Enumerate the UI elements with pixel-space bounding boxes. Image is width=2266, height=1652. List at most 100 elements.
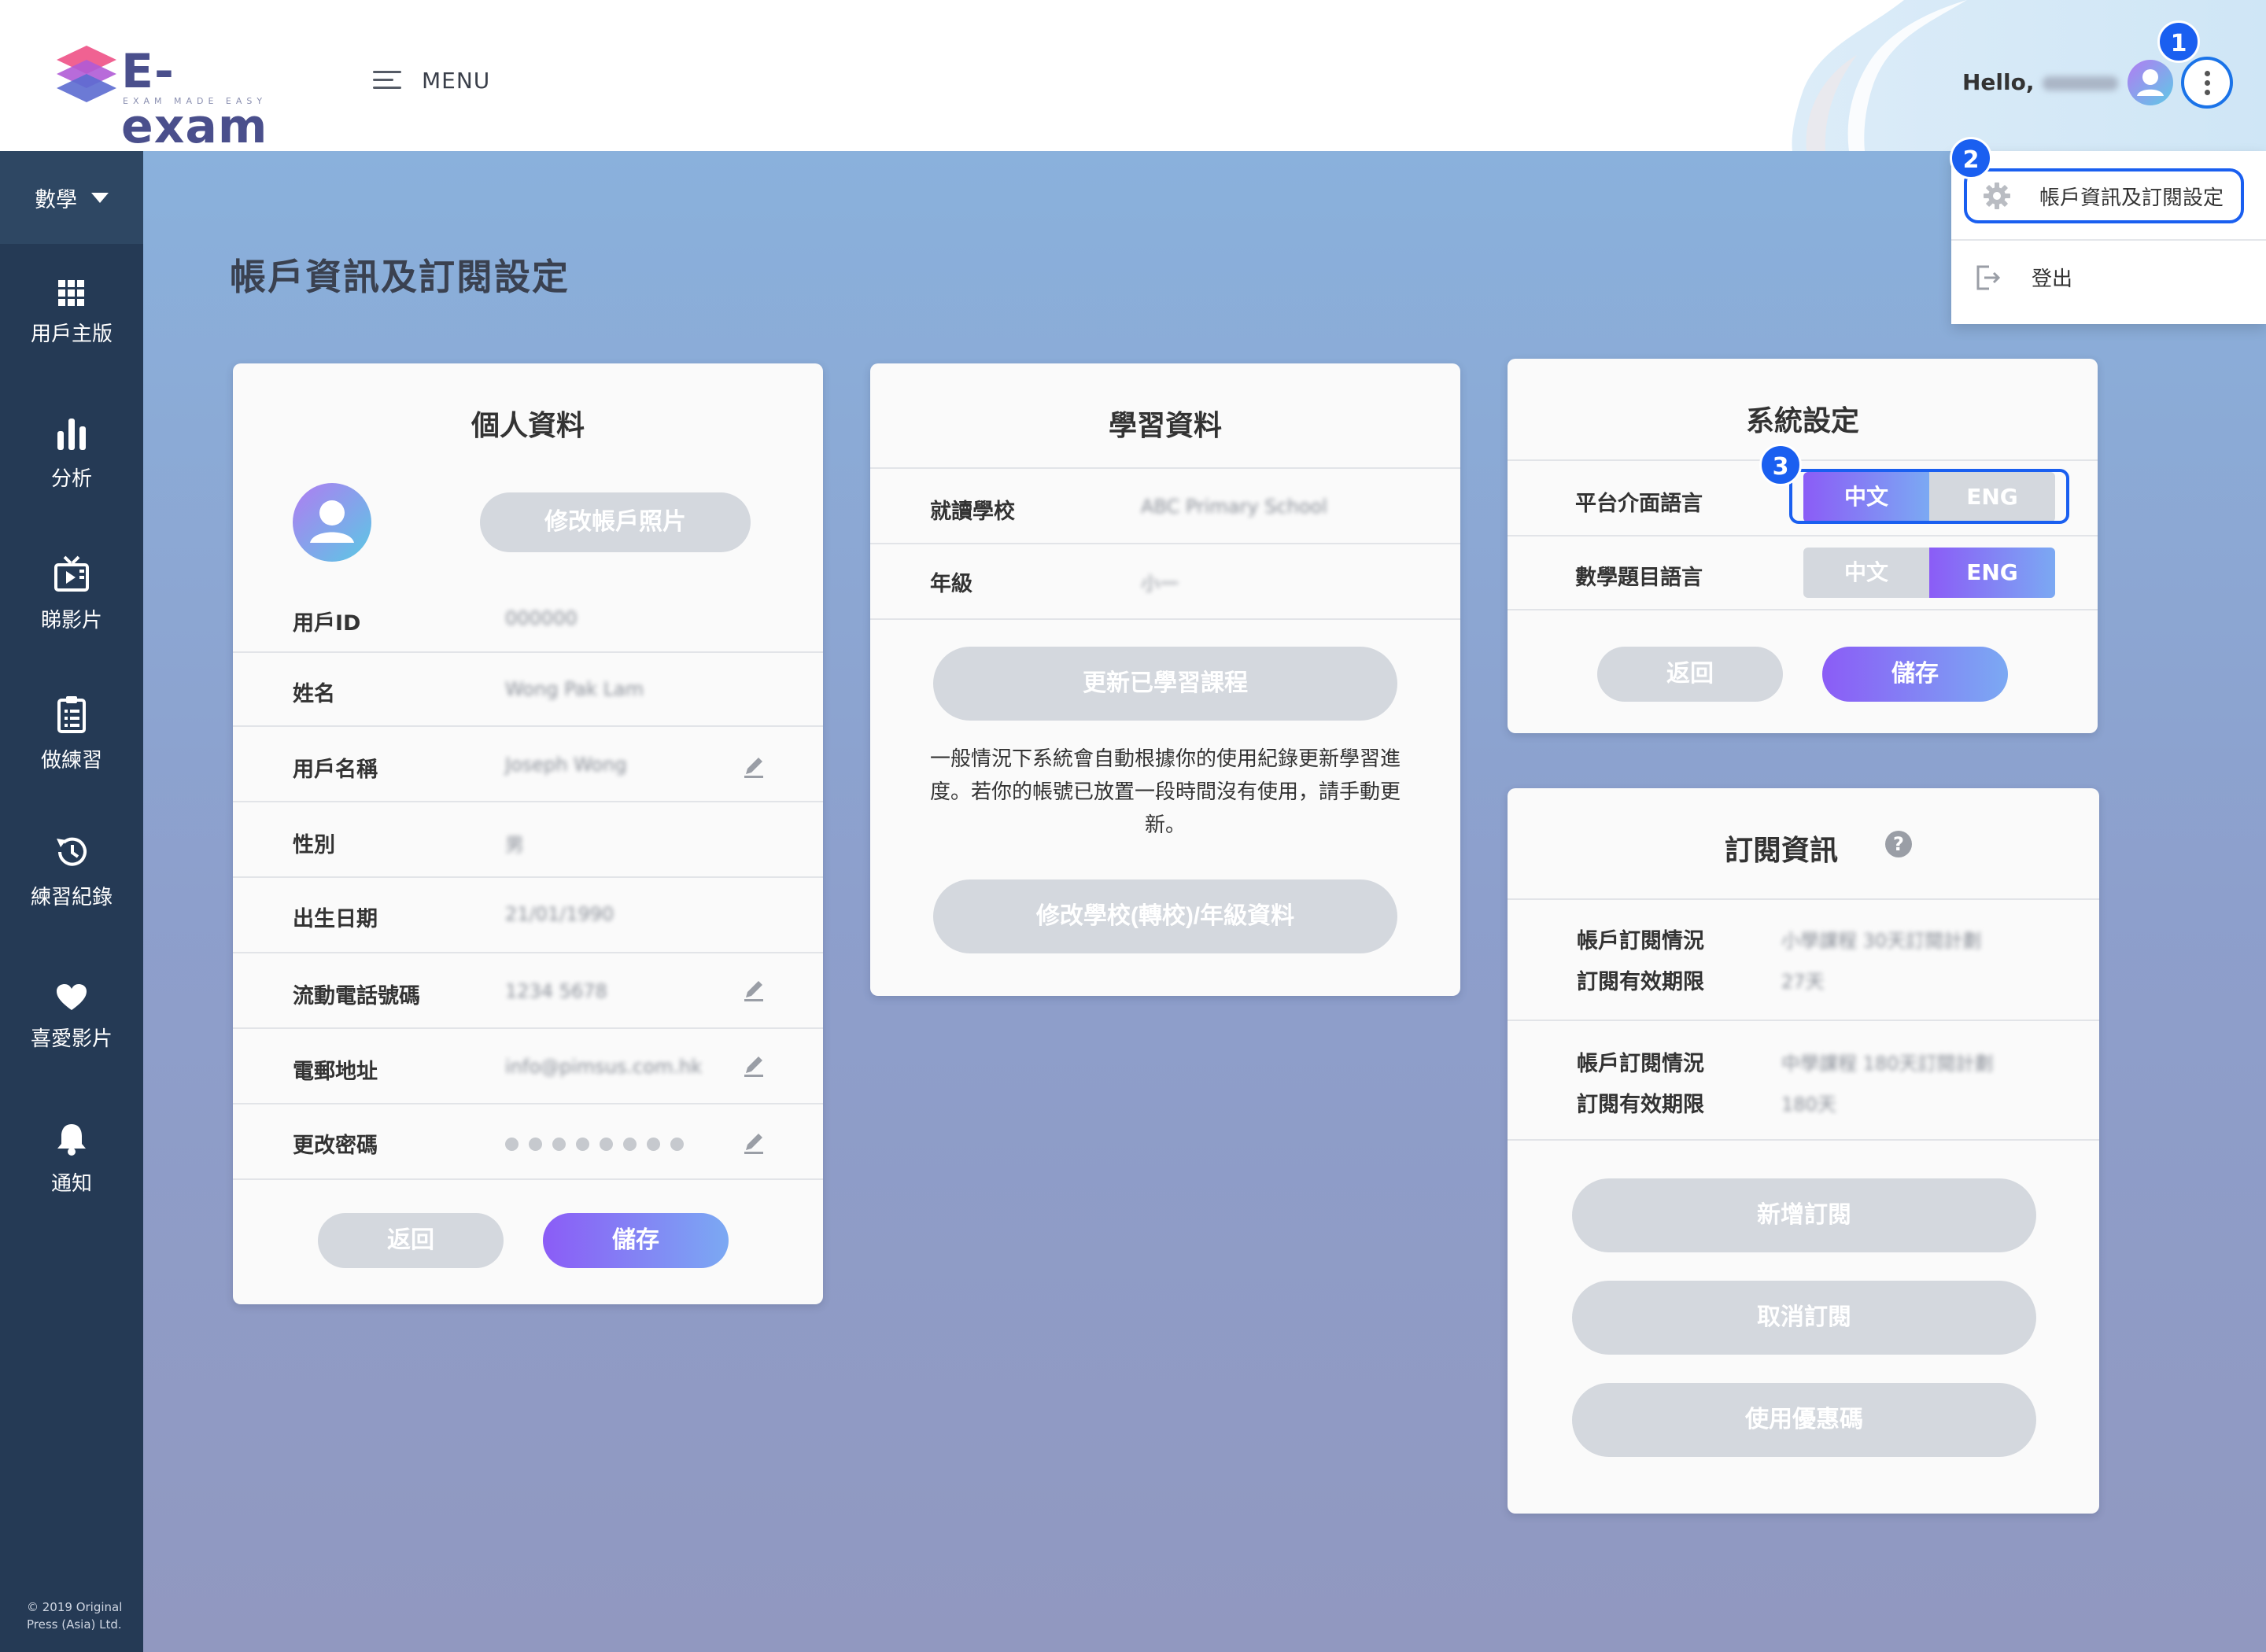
- system-settings-card: 系統設定: [1508, 359, 2098, 733]
- subscription-expiry-value: 180天: [1781, 1093, 1836, 1115]
- birth-date-value: 21/01/1990: [505, 903, 614, 925]
- sidebar-item-label: 通知: [50, 1172, 92, 1196]
- grid-icon: [58, 280, 84, 306]
- sidebar-item-label: 做練習: [40, 749, 102, 773]
- subscription-expiry-label: 訂閱有效期限: [1577, 970, 1704, 994]
- subscription-status-value: 小學課程 30天訂閱計劃: [1781, 930, 1982, 952]
- sidebar-item-videos[interactable]: 睇影片: [0, 555, 143, 658]
- system-back-button[interactable]: 返回: [1597, 647, 1783, 702]
- username-value: Joseph Wong: [505, 754, 627, 776]
- row-divider: [233, 876, 823, 878]
- grade-value: 小一: [1141, 573, 1179, 595]
- history-icon: [57, 837, 87, 866]
- menu-label: MENU: [422, 67, 491, 94]
- edit-pencil-icon[interactable]: [743, 1054, 765, 1078]
- row-divider: [870, 543, 1460, 544]
- study-card-title: 學習資料: [1108, 410, 1222, 442]
- heart-icon: [57, 984, 87, 1010]
- copyright-text: © 2019 Original Press (Asia) Ltd.: [27, 1600, 123, 1632]
- email-label: 電郵地址: [293, 1060, 378, 1084]
- sidebar-item-label: 練習紀錄: [30, 886, 113, 909]
- subscription-status-value: 中學課程 180天訂閱計劃: [1781, 1053, 1994, 1075]
- row-divider: [1508, 459, 2098, 461]
- dropdown-divider: [1951, 239, 2266, 241]
- user-greeting: Hello,: [1962, 69, 2118, 95]
- subscription-status-label: 帳戶訂閱情況: [1577, 1052, 1704, 1076]
- row-divider: [233, 801, 823, 802]
- user-silhouette-icon: [310, 500, 354, 543]
- math-language-option-zh[interactable]: 中文: [1803, 548, 1929, 598]
- school-label: 就讀學校: [930, 500, 1015, 524]
- personal-save-button[interactable]: 儲存: [543, 1213, 729, 1268]
- subscription-expiry-value: 27天: [1781, 971, 1825, 993]
- personal-back-button[interactable]: 返回: [318, 1213, 504, 1268]
- row-divider: [233, 651, 823, 653]
- sidebar-item-practice[interactable]: 做練習: [0, 695, 143, 798]
- email-value: info@pimsus.com.hk: [505, 1056, 703, 1078]
- math-language-option-en[interactable]: ENG: [1929, 548, 2055, 598]
- system-save-button[interactable]: 儲存: [1822, 647, 2008, 702]
- logo-tagline: EXAM MADE EASY: [123, 96, 268, 106]
- account-settings-menu-item[interactable]: 帳戶資訊及訂閱設定: [1964, 168, 2244, 223]
- sidebar-item-dashboard[interactable]: 用戶主版: [0, 280, 143, 382]
- edit-pencil-icon[interactable]: [743, 1131, 765, 1155]
- row-divider: [233, 1027, 823, 1029]
- user-silhouette-icon: [2137, 69, 2164, 96]
- gear-icon: [1984, 183, 2010, 209]
- help-icon[interactable]: ?: [1885, 831, 1912, 857]
- subject-selector[interactable]: 數學: [0, 151, 143, 244]
- change-password-label: 更改密碼: [293, 1134, 378, 1158]
- update-note-text: 一般情況下系統會自動根據你的使用紀錄更新學習進度。若你的帳號已放置一段時間沒有使…: [929, 747, 1401, 837]
- row-divider: [870, 618, 1460, 620]
- cancel-subscription-button[interactable]: 取消訂閱: [1572, 1281, 2036, 1355]
- full-name-label: 姓名: [293, 682, 335, 706]
- logout-menu-item[interactable]: 登出: [1975, 263, 2072, 292]
- birth-date-label: 出生日期: [293, 907, 378, 931]
- full-name-value: Wong Pak Lam: [505, 678, 644, 700]
- sidebar-item-notifications[interactable]: 通知: [0, 1122, 143, 1224]
- use-coupon-button[interactable]: 使用優惠碼: [1572, 1383, 2036, 1457]
- row-divider: [1508, 535, 2098, 537]
- subscription-status-label: 帳戶訂閱情況: [1577, 929, 1704, 953]
- sidebar-item-favorites[interactable]: 喜愛影片: [0, 983, 143, 1086]
- subject-label: 數學: [35, 187, 77, 212]
- math-language-toggle: 中文 ENG: [1803, 548, 2055, 598]
- sidebar-item-label: 用戶主版: [30, 323, 113, 346]
- logo-layers-icon: [57, 46, 116, 102]
- gender-label: 性別: [293, 833, 335, 857]
- app-logo[interactable]: E-exam EXAM MADE EASY: [54, 39, 305, 151]
- update-courses-button[interactable]: 更新已學習課程: [933, 647, 1397, 721]
- ui-language-highlight: [1789, 469, 2069, 524]
- mobile-value: 1234 5678: [505, 980, 607, 1002]
- menu-button[interactable]: MENU: [373, 63, 490, 98]
- change-photo-button[interactable]: 修改帳戶照片: [480, 492, 751, 552]
- user-id-label: 用戶ID: [293, 611, 361, 636]
- account-settings-label: 帳戶資訊及訂閱設定: [2039, 186, 2224, 210]
- sidebar-item-history[interactable]: 練習紀錄: [0, 834, 143, 936]
- sidebar-item-analysis[interactable]: 分析: [0, 417, 143, 519]
- step-badge-1: 1: [2157, 20, 2200, 63]
- mobile-label: 流動電話號碼: [293, 984, 420, 1009]
- step-badge-3: 3: [1759, 444, 1802, 486]
- greeting-text: Hello,: [1962, 69, 2035, 95]
- user-name-redacted: [2042, 76, 2118, 90]
- user-dropdown-menu: 帳戶資訊及訂閱設定 登出: [1951, 151, 2266, 324]
- more-options-button[interactable]: [2181, 57, 2233, 109]
- step-badge-2: 2: [1950, 137, 1992, 179]
- sidebar-item-label: 喜愛影片: [30, 1027, 113, 1051]
- profile-avatar: [293, 483, 371, 562]
- row-divider: [233, 1178, 823, 1180]
- password-mask: [505, 1138, 684, 1151]
- page-title: 帳戶資訊及訂閱設定: [230, 256, 570, 298]
- edit-pencil-icon[interactable]: [743, 755, 765, 779]
- gender-value: 男: [505, 834, 524, 856]
- grade-label: 年級: [930, 572, 972, 596]
- sidebar-item-label: 分析: [50, 467, 92, 491]
- user-avatar[interactable]: [2128, 60, 2173, 105]
- edit-school-grade-button[interactable]: 修改學校(轉校)/年級資料: [933, 879, 1397, 953]
- bar-chart-icon: [57, 419, 86, 450]
- row-divider: [1508, 1139, 2099, 1141]
- add-subscription-button[interactable]: 新增訂閱: [1572, 1178, 2036, 1252]
- edit-pencil-icon[interactable]: [743, 979, 765, 1002]
- username-label: 用戶名稱: [293, 758, 378, 782]
